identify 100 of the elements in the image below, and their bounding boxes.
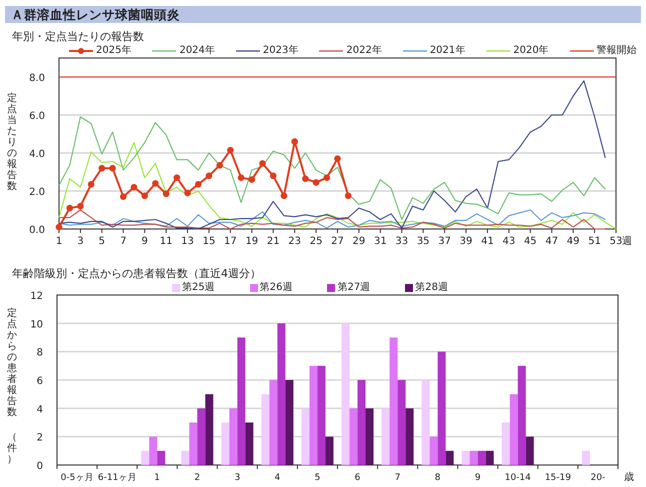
data-point	[130, 184, 138, 190]
data-point	[216, 162, 223, 169]
axis-tick-label: 15	[202, 236, 216, 247]
chart-title: 年齢階級別・定点からの患者報告数（直近4週分）	[12, 267, 262, 281]
axis-tick-label: 4.0	[29, 149, 45, 160]
data-point	[120, 193, 127, 200]
legend-label: 2020年	[513, 44, 549, 56]
axis-tick-label: 23	[288, 236, 302, 247]
axis-unit: 歳	[624, 472, 634, 483]
data-point	[259, 160, 266, 167]
data-point	[174, 174, 180, 181]
legend-label: 2024年	[179, 44, 215, 56]
legend-label: 第27週	[337, 282, 370, 294]
data-point	[88, 181, 94, 188]
axis-title: 定点当たりの報告数	[7, 93, 17, 192]
data-point	[324, 174, 330, 181]
axis-tick-label: 0.0	[29, 225, 45, 236]
axis-tick-label: 17	[224, 236, 237, 247]
axis-tick-label: 7	[394, 473, 400, 483]
data-point	[248, 176, 256, 183]
legend-label: 2023年	[262, 44, 298, 56]
data-point	[66, 204, 73, 212]
data-point	[312, 179, 320, 186]
axis-unit: 週	[622, 236, 632, 247]
legend-label: 2022年	[346, 44, 382, 56]
bar	[205, 394, 214, 465]
data-point	[194, 181, 202, 188]
axis-tick-label: 2	[194, 473, 200, 483]
page-title: Ａ群溶血性レンサ球菌咽頭炎	[5, 6, 641, 23]
axis-tick-label: 53	[610, 236, 622, 247]
axis-tick-label: 2.0	[29, 187, 45, 198]
axis-tick-label: 47	[545, 236, 558, 247]
legend-swatch-icon	[405, 284, 414, 292]
axis-tick-label: 20-	[590, 473, 606, 483]
bar	[261, 394, 270, 465]
data-point	[141, 192, 148, 200]
bar	[462, 450, 470, 465]
legend-swatch-icon	[250, 284, 258, 292]
axis-tick-label: 0-5ヶ月	[60, 473, 94, 483]
axis-tick-label: 11	[160, 236, 172, 247]
data-point	[270, 172, 277, 180]
legend-label: 第28週	[415, 282, 448, 294]
axis-tick-label: 45	[524, 236, 537, 247]
axis-tick-label: 6.0	[29, 111, 45, 122]
axis-tick-label: 6-11ヶ月	[98, 473, 136, 483]
axis-tick-label: 7	[120, 236, 126, 247]
axis-tick-label: 27	[331, 236, 344, 247]
axis-tick-label: 8.0	[29, 73, 45, 84]
axis-tick-label: 9	[142, 236, 148, 247]
legend-label: 第26週	[260, 282, 292, 294]
axis-tick-label: 5	[314, 473, 320, 483]
legend-label: 第25週	[182, 282, 215, 294]
legend-label: 2021年	[430, 44, 466, 56]
axis-tick-label: 29	[352, 236, 366, 247]
axis-tick-label: 21	[266, 236, 280, 247]
axis-tick-label: 33	[395, 236, 408, 247]
axis-tick-label: 31	[374, 236, 387, 247]
data-point	[77, 202, 84, 210]
axis-tick-label: 3	[77, 236, 84, 247]
axis-tick-label: 10-14	[504, 473, 531, 483]
legend-swatch-icon	[327, 284, 336, 292]
axis-tick-label: 1	[154, 473, 160, 483]
legend-line-icon	[68, 46, 94, 54]
axis-tick-label: 2	[36, 432, 43, 444]
axis-tick-label: 4	[274, 473, 280, 483]
axis-tick-label: 41	[481, 236, 494, 247]
axis-tick-label: 10	[30, 319, 43, 330]
axis-tick-label: 0	[36, 461, 43, 472]
axis-unit: （件）	[7, 432, 17, 465]
data-point	[152, 180, 159, 187]
bar	[221, 422, 230, 465]
legend-label: 2025年	[96, 44, 132, 56]
axis-tick-label: 6	[354, 473, 360, 483]
axis-title: 定点からの患者報告数	[7, 308, 17, 418]
axis-tick-label: 9	[474, 473, 481, 483]
axis-tick-label: 19	[245, 236, 258, 247]
data-point	[280, 192, 288, 200]
data-point	[291, 138, 298, 145]
data-point	[238, 174, 244, 181]
axis-tick-label: 35	[416, 236, 430, 247]
axis-tick-label: 51	[588, 236, 601, 247]
data-point	[206, 172, 212, 180]
data-point	[109, 164, 116, 172]
data-point	[227, 146, 234, 154]
data-point	[98, 164, 106, 172]
data-point	[334, 155, 341, 162]
data-point	[162, 190, 170, 198]
axis-tick-label: 4	[36, 404, 43, 416]
axis-tick-label: 37	[438, 236, 451, 247]
axis-tick-label: 8	[36, 348, 43, 359]
data-point	[56, 224, 62, 230]
axis-tick-label: 49	[566, 236, 580, 247]
axis-tick-label: 15-19	[544, 473, 571, 483]
data-point	[184, 190, 191, 196]
axis-tick-label: 8	[434, 473, 441, 483]
axis-tick-label: 1	[56, 236, 62, 247]
axis-tick-label: 3	[234, 473, 240, 483]
data-point	[302, 175, 309, 182]
axis-tick-label: 25	[310, 236, 322, 247]
data-point	[344, 192, 352, 200]
